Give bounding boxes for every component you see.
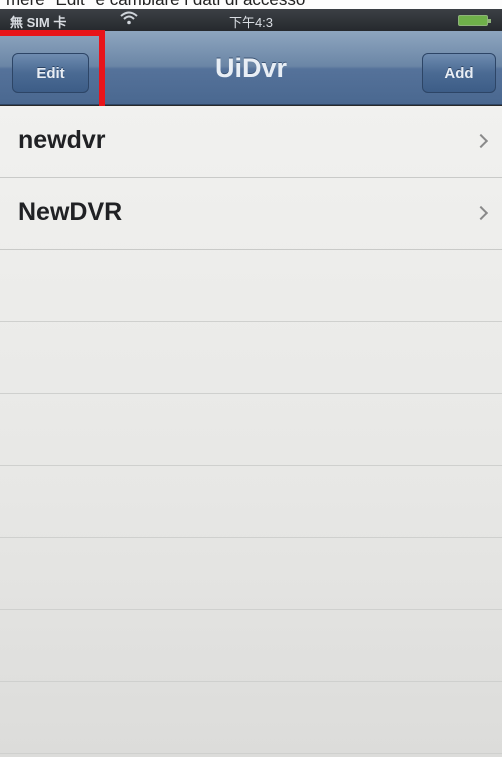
status-bar: 無 SIM 卡 下午4:3: [0, 9, 502, 31]
empty-row: [0, 538, 502, 610]
empty-row: [0, 394, 502, 466]
list-item-newdvr[interactable]: newdvr: [0, 106, 502, 178]
empty-row: [0, 322, 502, 394]
dvr-list: newdvr NewDVR: [0, 106, 502, 757]
chevron-right-icon: [473, 205, 489, 221]
list-item-label: NewDVR: [18, 198, 123, 226]
status-time: 下午4:3: [228, 15, 274, 30]
empty-row: [0, 466, 502, 538]
caption-text: mere "Edit" e cambiare i dati di accesso: [0, 0, 502, 9]
empty-row: [0, 610, 502, 682]
phone-screenshot: 無 SIM 卡 下午4:3 mere "Edit" e cambiare i d…: [0, 0, 502, 757]
chevron-right-icon: [473, 133, 489, 149]
edit-highlight-box: [0, 30, 105, 115]
empty-row: [0, 682, 502, 754]
empty-row: [0, 250, 502, 322]
add-button[interactable]: Add: [422, 53, 496, 93]
list-item-label: newdvr: [18, 126, 106, 154]
battery-icon: [458, 15, 491, 26]
list-item-NewDVR[interactable]: NewDVR: [0, 178, 502, 250]
